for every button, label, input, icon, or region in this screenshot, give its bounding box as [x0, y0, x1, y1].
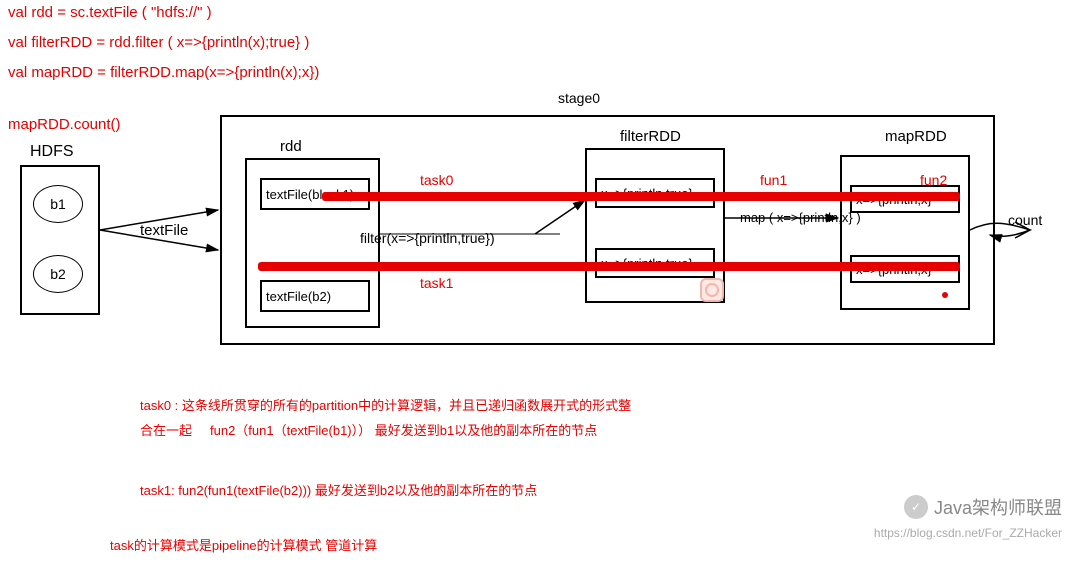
- code-line-2: val filterRDD = rdd.filter ( x=>{println…: [8, 34, 309, 51]
- task1-label: task1: [420, 275, 453, 291]
- block-b2: b2: [33, 255, 83, 293]
- filter-expr: filter(x=>{println,true}): [360, 230, 495, 246]
- note-task0-a: task0 : 这条线所贯穿的所有的partition中的计算逻辑，并且已递归函…: [140, 395, 631, 414]
- wechat-icon: ✓: [904, 495, 928, 519]
- note-pipeline: task的计算模式是pipeline的计算模式 管道计算: [110, 535, 377, 554]
- note-task1: task1: fun2(fun1(textFile(b2))) 最好发送到b2以…: [140, 480, 537, 499]
- stage-label: stage0: [558, 90, 600, 106]
- count-label: count: [1008, 212, 1042, 228]
- watermark-logo: ✓ Java架构师联盟: [904, 494, 1062, 520]
- filterrdd-title: filterRDD: [620, 128, 681, 145]
- note-task0-b: 合在一起: [140, 420, 192, 439]
- textfile-label: textFile: [140, 222, 188, 239]
- magnifier-icon: [700, 278, 724, 302]
- dot-icon: [942, 292, 948, 298]
- fun2-label: fun2: [920, 172, 947, 188]
- fun1-label: fun1: [760, 172, 787, 188]
- maprdd-group: [840, 155, 970, 310]
- rdd-title: rdd: [280, 138, 302, 155]
- hdfs-title: HDFS: [30, 143, 74, 161]
- maprdd-title: mapRDD: [885, 128, 947, 145]
- watermark-logo-text: Java架构师联盟: [934, 494, 1062, 520]
- code-line-1: val rdd = sc.textFile ( "hdfs://" ): [8, 4, 212, 21]
- rdd-partition-2: textFile(b2): [260, 280, 370, 312]
- code-line-4: mapRDD.count(): [8, 116, 121, 133]
- task1-bar: [258, 262, 960, 271]
- note-task0-c: fun2（fun1（textFile(b1)）） 最好发送到b1以及他的副本所在…: [210, 420, 597, 439]
- code-line-3: val mapRDD = filterRDD.map(x=>{println(x…: [8, 64, 319, 81]
- map-expr: map ( x=>{println,x} ): [740, 210, 861, 225]
- task0-bar: [322, 192, 960, 201]
- task0-label: task0: [420, 172, 453, 188]
- watermark-url: https://blog.csdn.net/For_ZZHacker: [874, 526, 1062, 540]
- block-b1: b1: [33, 185, 83, 223]
